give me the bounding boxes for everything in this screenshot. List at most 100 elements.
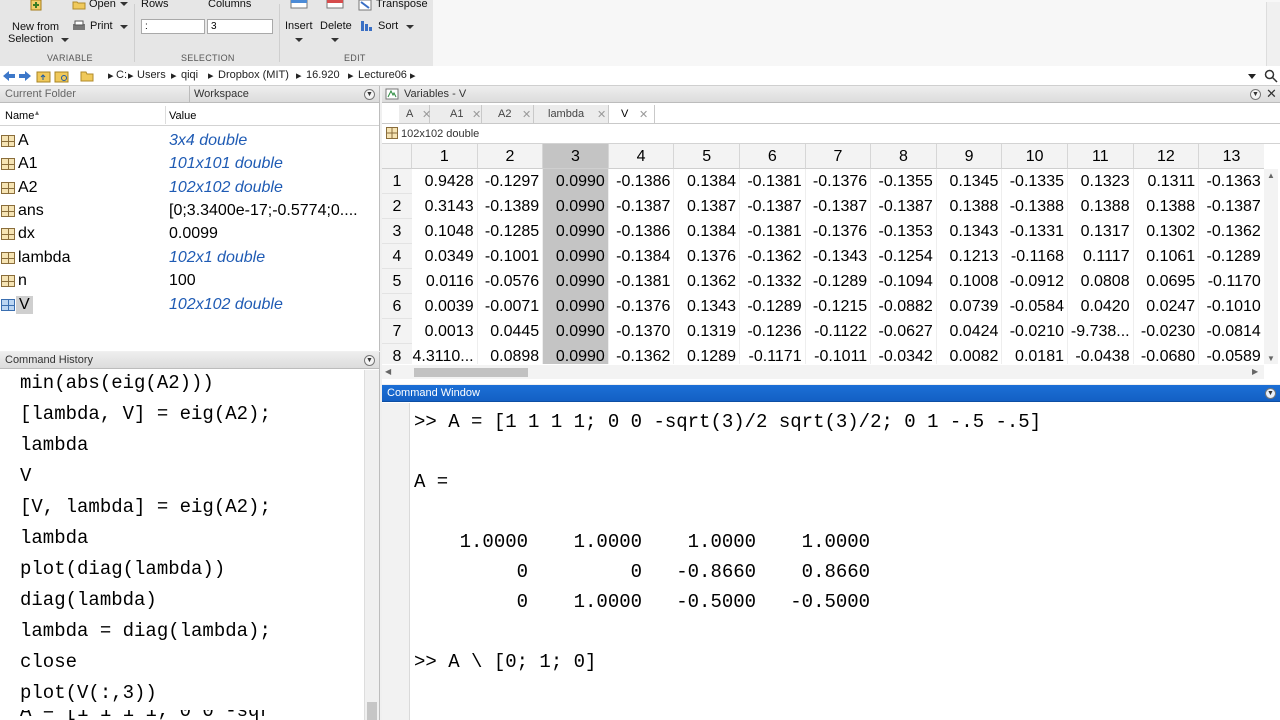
grid-cell[interactable]: -0.0438 — [1068, 344, 1134, 364]
columns-input[interactable]: 3 — [207, 19, 273, 34]
grid-cell[interactable]: -0.1376 — [806, 219, 872, 244]
column-header[interactable]: 5 — [674, 144, 740, 169]
grid-cell[interactable]: -0.1362 — [609, 344, 675, 364]
grid-cell[interactable]: -0.1332 — [740, 269, 806, 294]
grid-cell[interactable]: 0.0082 — [937, 344, 1003, 364]
open-button[interactable]: Open — [72, 0, 132, 12]
grid-cell[interactable]: -0.1289 — [1199, 244, 1264, 269]
grid-cell[interactable]: -0.0814 — [1199, 319, 1264, 344]
grid-cell[interactable]: -9.738... — [1068, 319, 1134, 344]
grid-cell[interactable]: -0.1343 — [806, 244, 872, 269]
grid-cell[interactable]: -0.1335 — [1002, 169, 1068, 194]
grid-cell[interactable]: 0.1343 — [674, 294, 740, 319]
grid-cell[interactable]: -0.1387 — [1199, 194, 1264, 219]
grid-cell[interactable]: -0.0584 — [1002, 294, 1068, 319]
grid-cell[interactable]: -0.1387 — [806, 194, 872, 219]
close-icon[interactable]: ✕ — [1266, 86, 1277, 102]
row-header[interactable]: 3 — [382, 219, 412, 244]
history-entry[interactable]: lambda — [20, 434, 88, 456]
tab-A1[interactable]: A1 ✕ — [430, 105, 482, 123]
tab-A2[interactable]: A2 ✕ — [482, 105, 534, 123]
history-entry[interactable]: [V, lambda] = eig(A2); — [20, 496, 271, 518]
column-header[interactable]: 10 — [1002, 144, 1068, 169]
column-header[interactable]: 8 — [871, 144, 937, 169]
grid-cell[interactable]: 0.0424 — [937, 319, 1003, 344]
grid-cell[interactable]: 4.3110... — [412, 344, 478, 364]
column-header[interactable]: 7 — [805, 144, 872, 169]
variable-grid[interactable]: 1 2 3 4 5 6 7 8 9 10 11 12 13 1 0.9428 -0.1297 0.0990 -0.… — [382, 144, 1264, 364]
grid-cell[interactable]: 0.1343 — [937, 219, 1003, 244]
panel-actions-icon[interactable]: ▼ — [364, 89, 375, 100]
variables-horizontal-scrollbar[interactable]: ◀ ▶ — [382, 365, 1264, 379]
grid-cell[interactable]: 0.0695 — [1134, 269, 1200, 294]
grid-cell[interactable]: -0.0230 — [1134, 319, 1200, 344]
grid-cell[interactable]: 0.1345 — [937, 169, 1003, 194]
grid-cell[interactable]: -0.0627 — [871, 319, 937, 344]
tab-V[interactable]: V ✕ — [609, 105, 655, 124]
tab-lambda[interactable]: lambda ✕ — [534, 105, 609, 123]
grid-cell[interactable]: 0.1376 — [674, 244, 740, 269]
history-entry[interactable]: diag(lambda) — [20, 589, 157, 611]
grid-cell[interactable]: -0.0589 — [1199, 344, 1264, 364]
delete-button[interactable]: Delete — [320, 0, 352, 46]
grid-cell[interactable]: 0.0420 — [1068, 294, 1134, 319]
grid-cell[interactable]: 0.1384 — [674, 219, 740, 244]
grid-cell[interactable]: -0.1386 — [609, 169, 675, 194]
grid-cell[interactable]: 0.0990 — [543, 294, 609, 319]
breadcrumb-item[interactable]: C: — [116, 69, 127, 81]
grid-cell[interactable]: 0.1061 — [1134, 244, 1200, 269]
grid-cell[interactable]: 0.1384 — [674, 169, 740, 194]
row-header[interactable]: 5 — [382, 269, 412, 294]
sort-button[interactable]: Sort — [360, 19, 420, 35]
command-line[interactable]: >> A = [1 1 1 1; 0 0 -sqrt(3)/2 sqrt(3)/… — [414, 411, 1041, 433]
scroll-up-icon[interactable]: ▲ — [1267, 171, 1275, 180]
grid-cell[interactable]: -0.1010 — [1199, 294, 1264, 319]
grid-cell[interactable]: -0.1285 — [478, 219, 544, 244]
grid-cell[interactable]: -0.1387 — [609, 194, 675, 219]
row-header[interactable]: 8 — [382, 344, 412, 364]
grid-cell[interactable]: -0.1331 — [1002, 219, 1068, 244]
grid-cell[interactable]: -0.1362 — [1199, 219, 1264, 244]
column-header[interactable]: 9 — [936, 144, 1003, 169]
grid-cell[interactable]: -0.1381 — [740, 219, 806, 244]
grid-cell[interactable]: 0.9428 — [412, 169, 478, 194]
grid-cell[interactable]: 0.0116 — [412, 269, 478, 294]
grid-cell[interactable]: -0.1297 — [478, 169, 544, 194]
grid-cell[interactable]: 0.1008 — [937, 269, 1003, 294]
rows-input[interactable]: : — [141, 19, 205, 34]
grid-cell[interactable]: -0.1362 — [740, 244, 806, 269]
workspace-row-selected[interactable]: V 102x102 double — [0, 294, 378, 317]
grid-cell[interactable]: -0.0342 — [871, 344, 937, 364]
column-header[interactable]: 11 — [1068, 144, 1134, 169]
current-folder-tab[interactable]: Current Folder — [5, 88, 76, 100]
history-entry[interactable]: lambda — [20, 527, 88, 549]
grid-cell[interactable]: 0.0247 — [1134, 294, 1200, 319]
grid-cell[interactable]: -0.1386 — [609, 219, 675, 244]
grid-cell[interactable]: 0.1317 — [1068, 219, 1134, 244]
grid-cell[interactable]: -0.0576 — [478, 269, 544, 294]
grid-cell[interactable]: 0.0990 — [543, 344, 609, 364]
grid-cell[interactable]: 0.1323 — [1068, 169, 1134, 194]
grid-cell[interactable]: 0.0013 — [412, 319, 478, 344]
grid-cell[interactable]: 0.1362 — [674, 269, 740, 294]
grid-cell[interactable]: -0.1254 — [871, 244, 937, 269]
grid-cell[interactable]: -0.1363 — [1199, 169, 1264, 194]
grid-cell[interactable]: -0.1389 — [478, 194, 544, 219]
column-header[interactable]: 13 — [1199, 144, 1264, 169]
grid-cell[interactable]: 0.0990 — [543, 269, 609, 294]
grid-cell[interactable]: 0.1213 — [937, 244, 1003, 269]
grid-cell[interactable]: 0.0990 — [543, 169, 609, 194]
row-header[interactable]: 1 — [382, 169, 412, 194]
chevron-down-icon[interactable] — [1248, 74, 1256, 79]
grid-cell[interactable]: -0.1215 — [806, 294, 872, 319]
transpose-button[interactable]: Transpose — [358, 0, 430, 12]
grid-cell[interactable]: 0.0808 — [1068, 269, 1134, 294]
breadcrumb-item[interactable]: Lecture06 — [358, 69, 407, 81]
grid-cell[interactable]: -0.1236 — [740, 319, 806, 344]
grid-cell[interactable]: 0.3143 — [412, 194, 478, 219]
variables-vertical-scrollbar[interactable]: ▲ ▼ — [1264, 169, 1278, 364]
grid-cell[interactable]: 0.0990 — [543, 319, 609, 344]
grid-cell[interactable]: 0.1387 — [674, 194, 740, 219]
grid-cell[interactable]: -0.1384 — [609, 244, 675, 269]
history-entry[interactable]: plot(V(:,3)) — [20, 682, 157, 704]
